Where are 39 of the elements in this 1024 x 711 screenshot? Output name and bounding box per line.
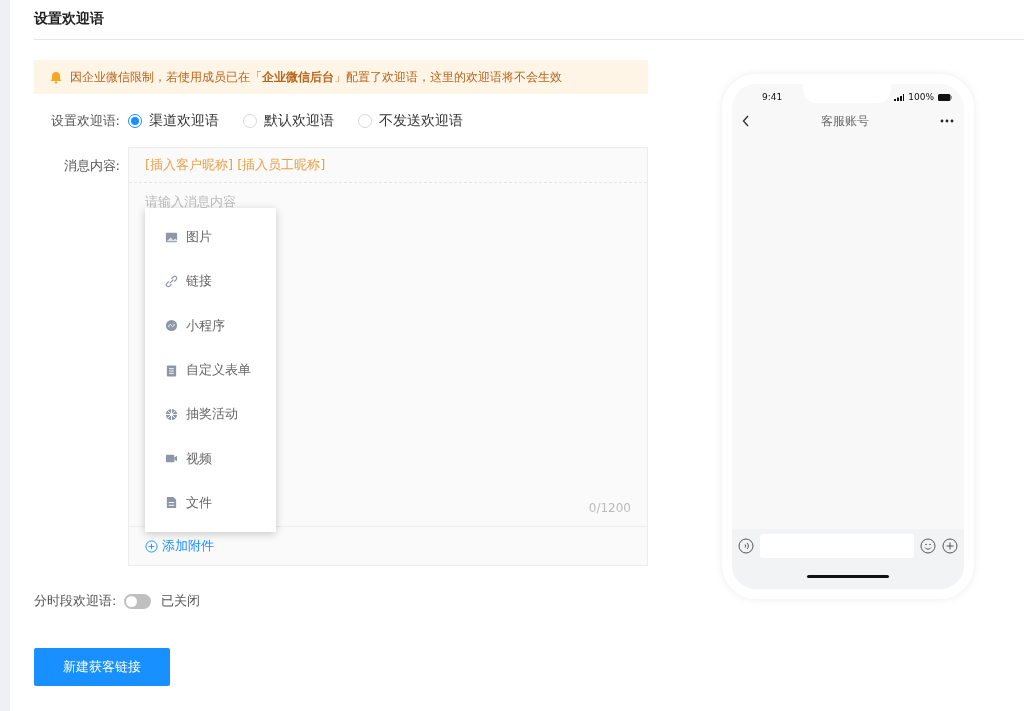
radio-icon[interactable] <box>128 114 142 128</box>
chat-title: 客服账号 <box>821 112 869 130</box>
toggle-status: 已关闭 <box>161 592 201 610</box>
battery-percent: 100% <box>908 92 934 102</box>
pinwheel-icon <box>165 407 178 421</box>
signal-icon <box>894 93 905 101</box>
character-counter: 0/1200 <box>588 501 631 515</box>
radio-option[interactable]: 渠道欢迎语 <box>128 112 219 130</box>
link-icon <box>165 274 178 288</box>
menu-item[interactable]: 文件 <box>145 480 276 526</box>
create-link-button[interactable]: 新建获客链接 <box>34 648 170 686</box>
battery-icon <box>938 93 952 101</box>
field-label: 设置欢迎语: <box>49 112 121 130</box>
field-label: 分时段欢迎语: <box>34 592 118 610</box>
toggle-switch[interactable] <box>124 593 152 609</box>
more-icon[interactable] <box>940 119 954 123</box>
back-icon[interactable] <box>742 115 750 127</box>
menu-item[interactable]: 视频 <box>145 436 276 481</box>
plus-circle-icon <box>145 539 158 553</box>
menu-item[interactable]: 链接 <box>145 259 276 304</box>
field-label: 消息内容: <box>62 157 121 175</box>
plus-icon[interactable] <box>942 538 958 554</box>
image-icon <box>165 230 178 244</box>
menu-item[interactable]: 小程序 <box>145 303 276 348</box>
file-icon <box>165 496 178 510</box>
mini-program-icon <box>165 319 178 333</box>
page-title: 设置欢迎语 <box>34 0 1024 40</box>
bell-icon <box>50 70 62 84</box>
add-attachment-button[interactable]: 添加附件 <box>145 537 214 555</box>
status-time: 9:41 <box>762 92 783 102</box>
voice-icon[interactable] <box>738 538 754 554</box>
clipboard-icon <box>165 363 178 377</box>
radio-option[interactable]: 不发送欢迎语 <box>358 112 463 130</box>
menu-item[interactable]: 图片 <box>145 215 276 260</box>
menu-item[interactable]: 抽奖活动 <box>145 392 276 437</box>
menu-item[interactable]: 自定义表单 <box>145 347 276 393</box>
emoji-icon[interactable] <box>920 538 936 554</box>
radio-option[interactable]: 默认欢迎语 <box>243 112 334 130</box>
warning-text: 因企业微信限制，若使用成员已在「企业微信后台」配置了欢迎语，这里的欢迎语将不会生效 <box>70 68 562 86</box>
